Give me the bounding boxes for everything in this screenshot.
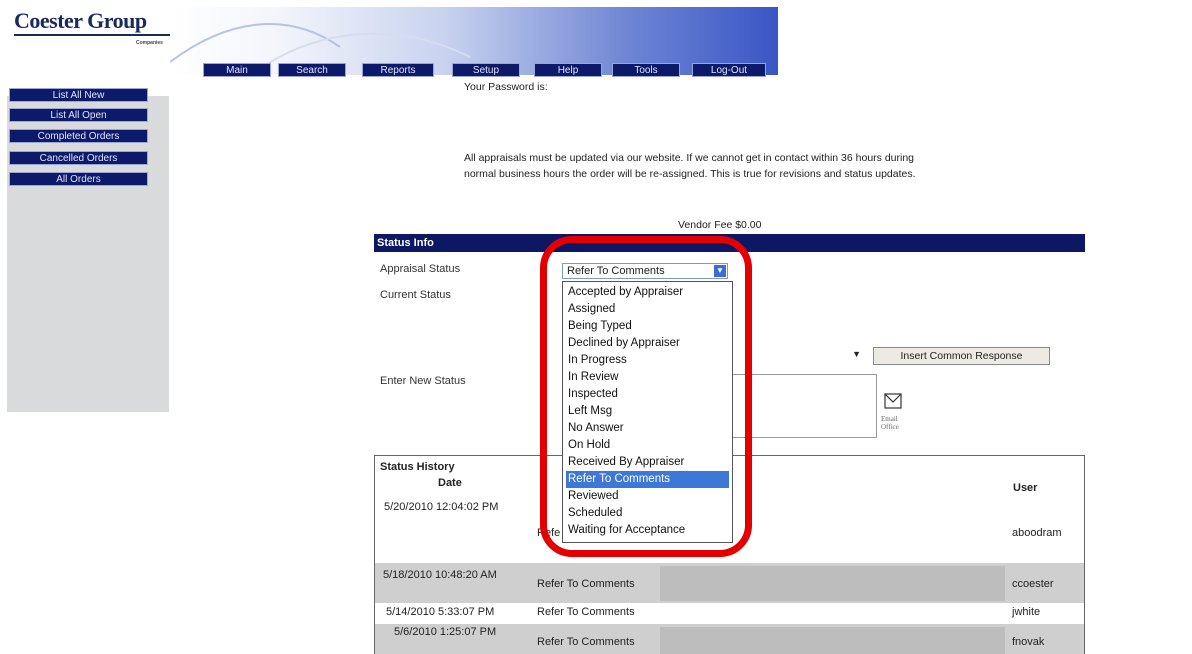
chevron-down-icon[interactable]: ▼ — [852, 349, 861, 359]
vendor-fee: Vendor Fee $0.00 — [678, 219, 762, 231]
envelope-icon — [884, 393, 902, 409]
nav-main[interactable]: Main — [203, 63, 271, 77]
new-status-textarea[interactable] — [733, 374, 877, 438]
history-row-4-status: Refer To Comments — [537, 636, 635, 648]
enter-new-status-label: Enter New Status — [380, 375, 466, 387]
history-row-3-status: Refer To Comments — [537, 606, 635, 618]
history-row-2-comment — [660, 566, 1005, 601]
sidebar-completed-orders[interactable]: Completed Orders — [9, 129, 148, 143]
notice-text: All appraisals must be updated via our w… — [464, 152, 916, 180]
logo-subtitle: Companies — [136, 40, 163, 46]
history-row-4-user: fnovak — [1012, 636, 1045, 648]
current-status-label: Current Status — [380, 289, 451, 301]
nav-setup[interactable]: Setup — [452, 63, 520, 77]
logo[interactable]: Coester Group — [14, 8, 147, 34]
logo-underline — [14, 34, 170, 36]
insert-common-response-button[interactable]: Insert Common Response — [873, 347, 1050, 365]
sidebar-all-orders[interactable]: All Orders — [9, 172, 148, 186]
common-response-select[interactable]: ▼ — [733, 347, 865, 365]
col-user-header: User — [1013, 482, 1038, 494]
sidebar-list-all-open[interactable]: List All Open — [9, 108, 148, 122]
annotation-highlight — [540, 236, 752, 557]
nav-logout[interactable]: Log-Out — [692, 63, 766, 77]
email-office-label: Email Office — [881, 415, 899, 431]
history-row-3-user: jwhite — [1012, 606, 1041, 618]
history-row-2-date: 5/18/2010 10:48:20 AM — [383, 569, 497, 581]
nav-reports[interactable]: Reports — [362, 63, 434, 77]
nav-search[interactable]: Search — [278, 63, 346, 77]
sidebar-list-all-new[interactable]: List All New — [9, 88, 148, 102]
appraisal-status-label: Appraisal Status — [380, 263, 461, 275]
nav-help[interactable]: Help — [534, 63, 602, 77]
history-row-4-date: 5/6/2010 1:25:07 PM — [394, 626, 497, 638]
status-history-title: Status History — [380, 461, 455, 473]
history-row-1-date: 5/20/2010 12:04:02 PM — [384, 501, 499, 513]
history-row-4-comment — [660, 627, 1005, 654]
sidebar-cancelled-orders[interactable]: Cancelled Orders — [9, 151, 148, 165]
password-label: Your Password is: — [464, 81, 548, 93]
nav-tools[interactable]: Tools — [612, 63, 680, 77]
col-date-header: Date — [438, 477, 462, 489]
history-row-2-user: ccoester — [1012, 578, 1054, 590]
history-row-3-date: 5/14/2010 5:33:07 PM — [386, 606, 495, 618]
history-row-2-status: Refer To Comments — [537, 578, 635, 590]
history-row-1-user: aboodram — [1012, 527, 1062, 539]
email-office-icon[interactable]: Email Office — [881, 390, 907, 431]
